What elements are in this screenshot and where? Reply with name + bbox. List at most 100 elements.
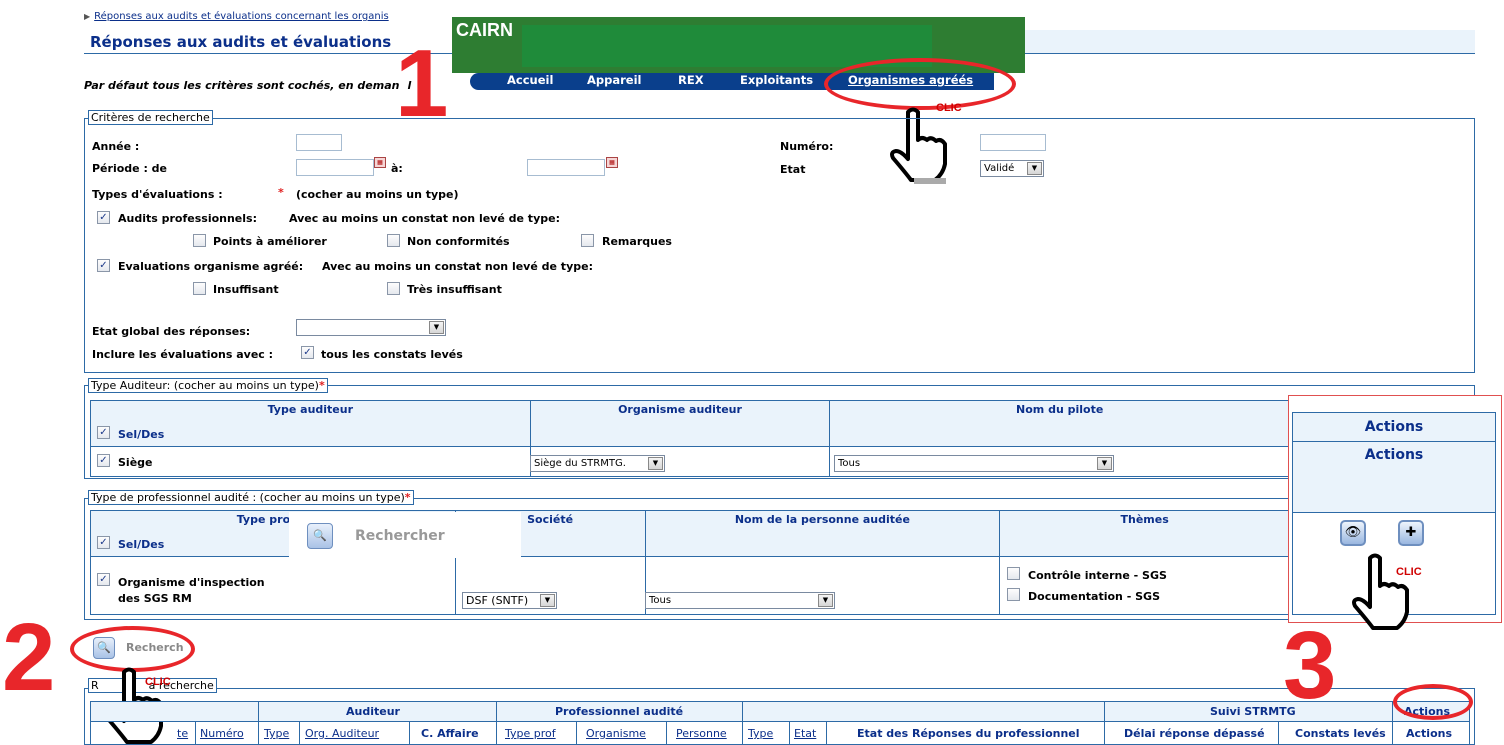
step-2-number: 2 <box>2 604 56 711</box>
calendar-from-icon[interactable]: ▦ <box>374 157 386 168</box>
chevron-down-icon: ▼ <box>540 594 555 607</box>
group-pro: Professionnel audité <box>555 705 684 718</box>
col-personne: Nom de la personne auditée <box>644 510 1001 557</box>
theme-documentation-checkbox[interactable] <box>1007 588 1020 601</box>
inclure-checkbox[interactable]: ✓ <box>301 346 314 359</box>
theme-controle-checkbox[interactable] <box>1007 567 1020 580</box>
nav-rex[interactable]: REX <box>678 73 704 87</box>
col-constats: Constats levés <box>1295 727 1386 740</box>
rechercher-button[interactable]: Recherch <box>126 641 184 654</box>
societe-select[interactable]: DSF (SNTF) ▼ <box>462 592 557 609</box>
col-org-auditeur[interactable]: Org. Auditeur <box>305 727 379 740</box>
column-divider <box>742 701 743 745</box>
inclure-label: Inclure les évaluations avec : <box>92 348 274 361</box>
audits-constat-label: Avec au moins un constat non levé de typ… <box>289 212 560 225</box>
column-divider <box>496 701 497 745</box>
column-divider <box>258 701 259 745</box>
col-type[interactable]: Type <box>264 727 289 740</box>
tres-insuffisant-label: Très insuffisant <box>407 283 502 296</box>
col-type-2[interactable]: Type <box>748 727 773 740</box>
etat-global-select[interactable]: ▼ <box>296 319 446 336</box>
chevron-down-icon: ▼ <box>1097 457 1112 470</box>
row-themes-cell <box>999 556 1290 615</box>
etat-global-label: Etat global des réponses: <box>92 325 251 338</box>
personne-select[interactable]: Tous ▼ <box>645 592 835 609</box>
remarques-checkbox[interactable] <box>581 234 594 247</box>
siege-checkbox[interactable]: ✓ <box>97 454 110 467</box>
binoculars-icon[interactable]: 🔍 <box>307 523 333 549</box>
periode-to-input[interactable] <box>527 159 605 176</box>
col-etat[interactable]: Etat <box>794 727 816 740</box>
cairn-logo: CAIRN <box>456 20 513 40</box>
organisme-inspection-checkbox[interactable]: ✓ <box>97 573 110 586</box>
breadcrumb-link[interactable]: Réponses aux audits et évaluations conce… <box>94 11 389 22</box>
col-numero[interactable]: Numéro <box>200 727 244 740</box>
breadcrumb[interactable]: ▶ Réponses aux audits et évaluations conc… <box>84 11 389 22</box>
insuffisant-checkbox[interactable] <box>193 282 206 295</box>
organisme-inspection-label-2: des SGS RM <box>118 592 192 605</box>
theme-controle-label: Contrôle interne - SGS <box>1028 569 1167 582</box>
pilote-select[interactable]: Tous ▼ <box>834 455 1114 472</box>
col-organisme-auditeur: Organisme auditeur <box>529 400 831 447</box>
etat-label: Etat <box>780 163 806 176</box>
non-conf-label: Non conformités <box>407 235 510 248</box>
tres-insuffisant-checkbox[interactable] <box>387 282 400 295</box>
remarques-label: Remarques <box>602 235 672 248</box>
pro-seldes-checkbox[interactable]: ✓ <box>97 536 110 549</box>
nav-accueil[interactable]: Accueil <box>507 73 553 87</box>
pro-seldes-label: Sel/Des <box>118 538 165 551</box>
col-date[interactable]: te <box>177 727 188 740</box>
points-checkbox[interactable] <box>193 234 206 247</box>
annee-label: Année : <box>92 140 140 153</box>
required-star: * <box>278 186 284 199</box>
add-comment-icon[interactable]: ✚ <box>1398 520 1424 546</box>
column-divider <box>576 722 577 745</box>
col-organisme[interactable]: Organisme <box>586 727 646 740</box>
step-1-highlight-oval <box>824 58 1016 110</box>
column-divider <box>1392 701 1393 745</box>
audits-checkbox[interactable]: ✓ <box>97 211 110 224</box>
group-auditeur: Auditeur <box>346 705 400 718</box>
periode-to-label: à: <box>391 162 403 175</box>
col-type-prof[interactable]: Type prof <box>505 727 556 740</box>
rechercher-zoom-label: Rechercher <box>355 528 445 544</box>
step-3-number: 3 <box>1283 612 1337 719</box>
types-label: Types d'évaluations : <box>92 188 223 201</box>
organisme-inspection-label-1: Organisme d'inspection <box>118 576 265 589</box>
types-hint: (cocher au moins un type) <box>296 188 459 201</box>
evals-constat-label: Avec au moins un constat non levé de typ… <box>322 260 593 273</box>
column-divider <box>195 722 196 745</box>
title-bar-background <box>980 30 1475 53</box>
theme-documentation-label: Documentation - SGS <box>1028 590 1160 603</box>
view-eye-icon[interactable]: 👁 <box>1340 520 1366 546</box>
insuffisant-label: Insuffisant <box>213 283 279 296</box>
chevron-down-icon: ▼ <box>1027 162 1042 175</box>
calendar-to-icon[interactable]: ▦ <box>606 157 618 168</box>
audits-label: Audits professionnels: <box>118 212 257 225</box>
search-binoculars-icon[interactable]: 🔍 <box>93 637 115 659</box>
periode-from-input[interactable] <box>296 159 374 176</box>
nav-appareil[interactable]: Appareil <box>587 73 641 87</box>
pro-legend: Type de professionnel audité : (cocher a… <box>88 490 414 505</box>
column-divider <box>409 722 410 745</box>
etat-select[interactable]: Validé ▼ <box>980 160 1044 177</box>
column-divider <box>666 722 667 745</box>
column-divider <box>299 722 300 745</box>
auditeur-seldes-checkbox[interactable]: ✓ <box>97 426 110 439</box>
organisme-auditeur-select[interactable]: Siège du STRMTG. ▼ <box>530 455 665 472</box>
chevron-down-icon: ▼ <box>818 594 833 607</box>
hand-cursor-icon <box>1352 553 1409 630</box>
actions-header-1: Actions <box>1292 412 1496 442</box>
actions-header-2: Actions <box>1292 441 1496 513</box>
nav-exploitants[interactable]: Exploitants <box>740 73 813 87</box>
annee-input[interactable] <box>296 134 342 151</box>
chevron-down-icon: ▼ <box>429 321 444 334</box>
criteria-legend: Critères de recherche <box>88 110 213 125</box>
numero-input[interactable] <box>980 134 1046 151</box>
col-personne[interactable]: Personne <box>676 727 727 740</box>
evals-checkbox[interactable]: ✓ <box>97 259 110 272</box>
evals-label: Evaluations organisme agréé: <box>118 260 304 273</box>
non-conf-checkbox[interactable] <box>387 234 400 247</box>
column-divider <box>789 722 790 745</box>
column-divider <box>1104 701 1105 745</box>
